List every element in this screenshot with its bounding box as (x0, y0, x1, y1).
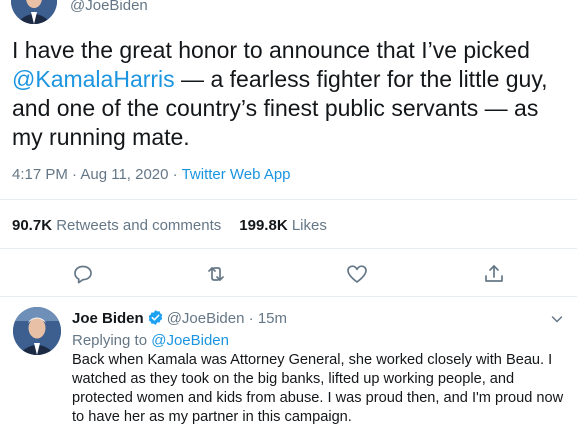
tweet-meta: 4:17 PM · Aug 11, 2020 · Twitter Web App (12, 166, 291, 183)
reply-header: Joe Biden @JoeBiden · 15m (72, 309, 572, 331)
tweet-action-bar (0, 262, 577, 286)
replying-to-handle[interactable]: @JoeBiden (151, 332, 229, 349)
tweet-stats: 90.7K Retweets and comments 199.8K Likes (12, 217, 327, 234)
divider (0, 296, 577, 297)
tweet-text-part: I have the great honor to announce that … (12, 37, 530, 63)
reply-tweet[interactable]: Joe Biden @JoeBiden · 15m Replying to @Jo… (72, 309, 572, 427)
divider (0, 199, 577, 200)
chevron-down-icon[interactable] (550, 312, 564, 326)
separator-dot: · (248, 310, 254, 327)
heart-icon[interactable] (345, 262, 369, 286)
retweets-label: Retweets and comments (56, 217, 222, 234)
reply-timestamp[interactable]: 15m (258, 310, 287, 327)
author-avatar[interactable] (11, 0, 57, 24)
speech-bubble-icon[interactable] (71, 262, 95, 286)
reply-author-handle[interactable]: @JoeBiden (167, 310, 245, 327)
likes-label: Likes (291, 217, 327, 234)
retweets-count: 90.7K (12, 217, 53, 234)
replying-to-label: Replying to (72, 332, 152, 349)
likes-stat[interactable]: 199.8K Likes (239, 217, 327, 234)
tweet-timestamp[interactable]: 4:17 PM · Aug 11, 2020 · (12, 166, 182, 183)
tweet-source-link[interactable]: Twitter Web App (182, 166, 291, 183)
reply-author-name[interactable]: Joe Biden (72, 310, 144, 327)
likes-count: 199.8K (239, 217, 288, 234)
retweets-stat[interactable]: 90.7K Retweets and comments (12, 217, 221, 234)
tweet-text: I have the great honor to announce that … (12, 36, 572, 152)
author-handle[interactable]: @JoeBiden (70, 0, 148, 14)
retweet-icon[interactable] (204, 262, 228, 286)
reply-text: Back when Kamala was Attorney General, s… (72, 352, 564, 425)
replying-to: Replying to @JoeBiden (72, 331, 572, 350)
reply-avatar[interactable] (13, 307, 61, 355)
verified-badge-icon (147, 309, 164, 331)
mention-link[interactable]: @KamalaHarris (12, 66, 175, 92)
divider (0, 248, 577, 249)
share-icon[interactable] (482, 262, 506, 286)
